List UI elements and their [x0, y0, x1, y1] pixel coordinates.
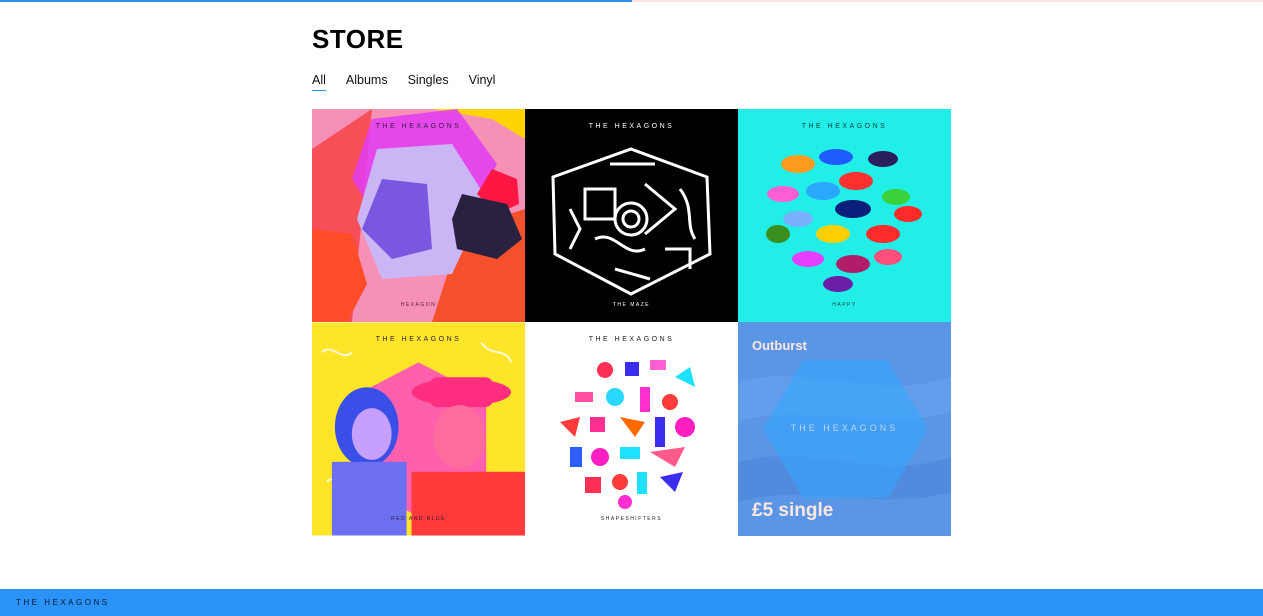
album-tile-the-maze[interactable]: THE HEXAGONS THE MAZE	[525, 109, 738, 322]
album-band-label: THE HEXAGONS	[375, 123, 462, 130]
album-band-label: THE HEXAGONS	[588, 336, 675, 343]
page-progress-bar	[0, 0, 1263, 2]
album-tile-shapeshifters[interactable]: THE HEXAGONS SHAPESHIFTERS	[525, 322, 738, 536]
footer-bar: THE HEXAGONS	[0, 589, 1263, 616]
album-name-label: RED AND BLUE	[391, 516, 446, 522]
album-band-label: THE HEXAGONS	[375, 336, 462, 343]
album-name-label: HEXAGON	[400, 302, 437, 308]
album-band-label: THE HEXAGONS	[801, 123, 888, 130]
page-progress-fill	[0, 0, 632, 2]
album-grid: THE HEXAGONS HEXAGON THE HEXAGONS THE MA…	[312, 109, 951, 536]
album-overlay-price: £5 single	[752, 500, 834, 521]
album-cover-art	[525, 322, 738, 536]
footer-logo[interactable]: THE HEXAGONS	[16, 598, 110, 607]
album-tile-hexagon[interactable]: THE HEXAGONS HEXAGON	[312, 109, 525, 322]
tab-all[interactable]: All	[312, 73, 326, 91]
album-cover-art	[525, 109, 738, 322]
album-cover-art	[312, 109, 525, 322]
page-title: STORE	[312, 24, 404, 54]
album-cover-art	[738, 109, 951, 322]
album-name-label: THE MAZE	[612, 302, 651, 308]
album-tile-outburst[interactable]: THE HEXAGONS Outburst £5 single	[738, 322, 951, 536]
album-tile-red-and-blue[interactable]: THE HEXAGONS RED AND BLUE	[312, 322, 525, 536]
album-band-label: THE HEXAGONS	[588, 123, 675, 130]
album-overlay-title: Outburst	[752, 338, 807, 353]
tab-singles[interactable]: Singles	[408, 73, 449, 91]
album-cover-art	[312, 322, 525, 536]
tab-vinyl[interactable]: Vinyl	[469, 73, 496, 91]
album-name-label: HAPPY	[832, 302, 857, 308]
album-tile-happy[interactable]: THE HEXAGONS HAPPY	[738, 109, 951, 322]
filter-tabs: All Albums Singles Vinyl	[312, 73, 495, 91]
tab-albums[interactable]: Albums	[346, 73, 388, 91]
album-band-label: THE HEXAGONS	[790, 423, 899, 433]
album-name-label: SHAPESHIFTERS	[600, 516, 663, 522]
